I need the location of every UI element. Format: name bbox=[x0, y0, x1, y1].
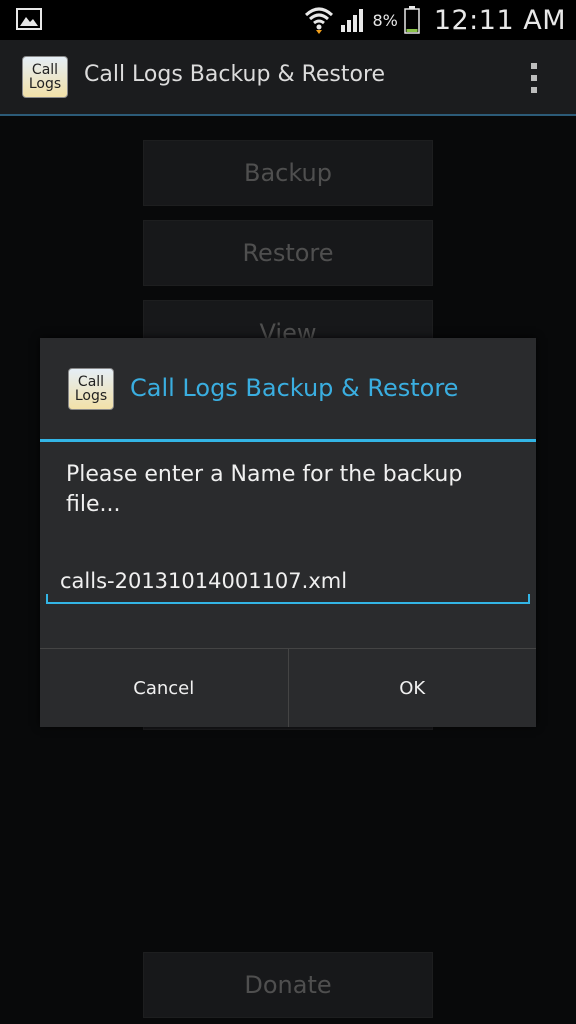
battery-icon bbox=[404, 6, 420, 34]
signal-icon bbox=[341, 9, 364, 32]
input-underline-left-edge bbox=[46, 594, 48, 604]
overflow-menu-icon[interactable] bbox=[530, 62, 538, 94]
app-logo-icon: Call Logs bbox=[22, 56, 68, 98]
clock: 12:11 AM bbox=[433, 4, 566, 36]
wifi-icon bbox=[305, 7, 334, 34]
backup-filename-input[interactable] bbox=[46, 560, 530, 604]
ok-button[interactable]: OK bbox=[287, 649, 536, 727]
status-bar: 8% 12:11 AM bbox=[0, 0, 576, 40]
dialog-button-bar: Cancel OK bbox=[40, 648, 536, 727]
screen: 8% 12:11 AM Call Logs Call Logs Backup &… bbox=[0, 0, 576, 1024]
app-title: Call Logs Backup & Restore bbox=[84, 62, 386, 87]
cancel-button[interactable]: Cancel bbox=[40, 649, 288, 727]
dialog-message: Please enter a Name for the backup file.… bbox=[66, 462, 463, 517]
dialog-header: Call Logs Call Logs Backup & Restore bbox=[40, 338, 536, 440]
input-underline-right-edge bbox=[528, 594, 530, 604]
battery-percent: 8% bbox=[372, 10, 398, 30]
backup-name-dialog: Call Logs Call Logs Backup & Restore Ple… bbox=[40, 338, 536, 727]
dialog-title: Call Logs Backup & Restore bbox=[130, 374, 459, 402]
dialog-divider bbox=[40, 439, 536, 442]
image-notification-icon bbox=[16, 8, 42, 30]
dialog-app-icon: Call Logs bbox=[68, 368, 114, 410]
action-bar: Call Logs Call Logs Backup & Restore bbox=[0, 40, 576, 116]
